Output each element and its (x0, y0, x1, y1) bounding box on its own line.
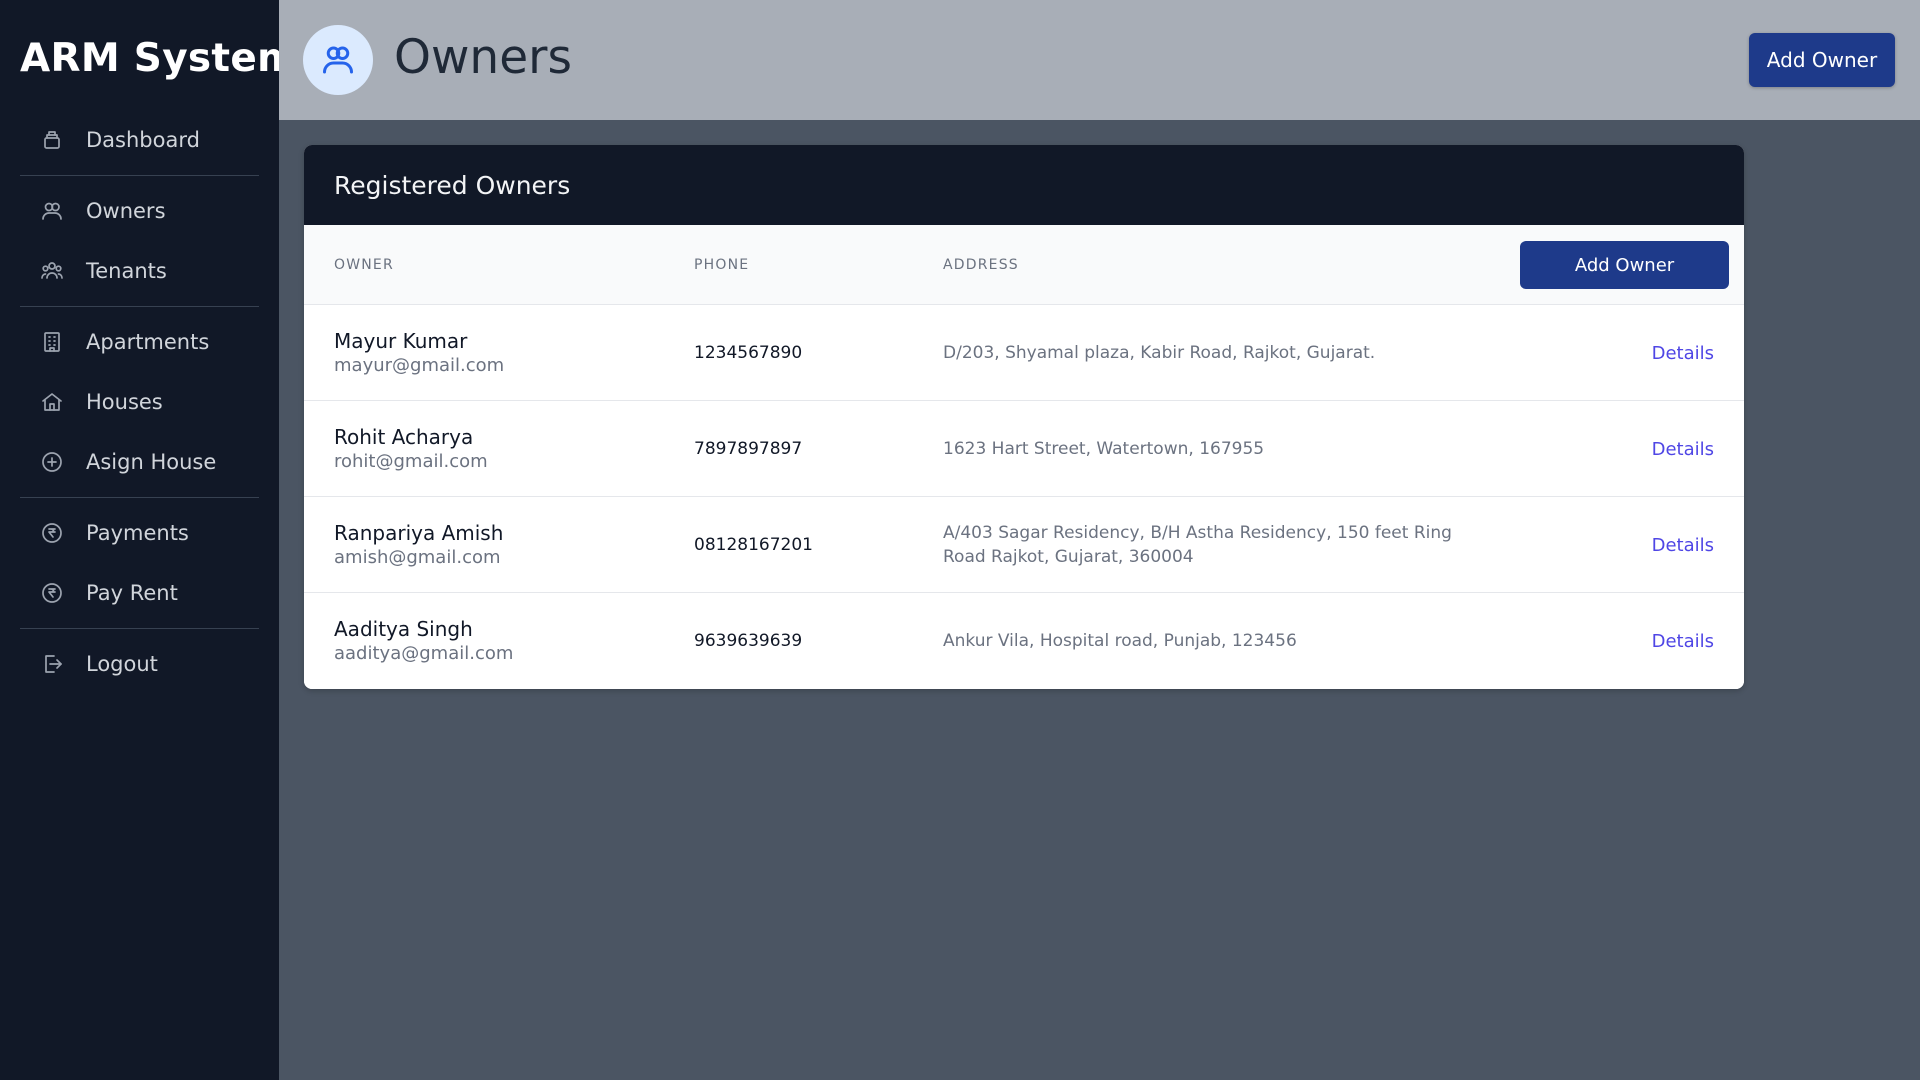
owner-email: amish@gmail.com (334, 547, 501, 568)
sidebar-item-owners[interactable]: Owners (20, 181, 259, 241)
card-title: Registered Owners (304, 145, 1744, 225)
owner-cell: Aaditya Singh aaditya@gmail.com (334, 593, 674, 689)
page-header: Owners Add Owner (279, 0, 1920, 120)
sidebar-divider (20, 628, 259, 629)
details-link[interactable]: Details (1652, 631, 1714, 652)
details-link[interactable]: Details (1652, 439, 1714, 460)
users-icon (40, 199, 64, 223)
owner-cell: Rohit Acharya rohit@gmail.com (334, 401, 674, 497)
sidebar-item-label: Pay Rent (86, 581, 178, 605)
sidebar: ARM System Dashboard Owners Tenants Apar… (0, 0, 298, 1080)
address-cell: D/203, Shyamal plaza, Kabir Road, Rajkot… (943, 305, 1483, 401)
page-title: Owners (394, 30, 572, 85)
action-cell: Details (1652, 305, 1714, 401)
owner-address: 1623 Hart Street, Watertown, 167955 (943, 439, 1265, 459)
sidebar-item-logout[interactable]: Logout (20, 634, 259, 694)
sidebar-divider (20, 175, 259, 176)
sidebar-item-label: Logout (86, 652, 158, 676)
owner-name: Rohit Acharya (334, 425, 474, 449)
home-icon (40, 390, 64, 414)
action-cell: Details (1652, 497, 1714, 593)
details-link[interactable]: Details (1652, 535, 1714, 556)
rupee-icon (40, 581, 64, 605)
owner-cell: Mayur Kumar mayur@gmail.com (334, 305, 674, 401)
logout-icon (40, 652, 64, 676)
phone-cell: 9639639639 (694, 593, 924, 689)
sidebar-item-label: Apartments (86, 330, 210, 354)
column-header-owner: Owner (334, 257, 394, 273)
app-title: ARM System (20, 36, 299, 81)
owner-phone: 7897897897 (694, 439, 803, 459)
sidebar-item-label: Owners (86, 199, 166, 223)
building-icon (40, 330, 64, 354)
sidebar-item-label: Tenants (86, 259, 167, 283)
address-cell: A/403 Sagar Residency, B/H Astha Residen… (943, 497, 1483, 593)
owner-address: A/403 Sagar Residency, B/H Astha Residen… (943, 523, 1452, 567)
owner-email: aaditya@gmail.com (334, 643, 514, 664)
rupee-icon (40, 521, 64, 545)
add-owner-button[interactable]: Add Owner (1749, 33, 1895, 87)
sidebar-item-payments[interactable]: Payments (20, 503, 259, 563)
plus-circle-icon (40, 450, 64, 474)
table-row: Aaditya Singh aaditya@gmail.com 96396396… (304, 593, 1744, 689)
sidebar-item-apartments[interactable]: Apartments (20, 312, 259, 372)
action-cell: Details (1652, 593, 1714, 689)
table-row: Mayur Kumar mayur@gmail.com 1234567890 D… (304, 305, 1744, 401)
table-header: Owner Phone Address Add Owner (304, 225, 1744, 305)
phone-cell: 7897897897 (694, 401, 924, 497)
sidebar-item-asign-house[interactable]: Asign House (20, 432, 259, 492)
sidebar-item-label: Asign House (86, 450, 217, 474)
sidebar-item-dashboard[interactable]: Dashboard (20, 110, 259, 170)
column-header-address: Address (943, 257, 1019, 273)
owner-email: mayur@gmail.com (334, 355, 505, 376)
sidebar-item-tenants[interactable]: Tenants (20, 241, 259, 301)
sidebar-item-label: Payments (86, 521, 189, 545)
owner-name: Aaditya Singh (334, 617, 473, 641)
sidebar-divider (20, 497, 259, 498)
owner-name: Mayur Kumar (334, 329, 468, 353)
owners-card: Registered Owners Owner Phone Address Ad… (304, 145, 1744, 689)
column-header-phone: Phone (694, 257, 750, 273)
dashboard-icon (40, 128, 64, 152)
table-row: Rohit Acharya rohit@gmail.com 7897897897… (304, 401, 1744, 497)
owner-cell: Ranpariya Amish amish@gmail.com (334, 497, 674, 593)
owner-phone: 1234567890 (694, 343, 803, 363)
table-row: Ranpariya Amish amish@gmail.com 08128167… (304, 497, 1744, 593)
owner-phone: 9639639639 (694, 631, 803, 651)
phone-cell: 1234567890 (694, 305, 924, 401)
users-icon (303, 25, 373, 95)
sidebar-divider (20, 306, 259, 307)
owner-email: rohit@gmail.com (334, 451, 488, 472)
owner-address: Ankur Vila, Hospital road, Punjab, 12345… (943, 631, 1297, 651)
sidebar-item-label: Dashboard (86, 128, 200, 152)
address-cell: 1623 Hart Street, Watertown, 167955 (943, 401, 1483, 497)
action-cell: Details (1652, 401, 1714, 497)
owner-name: Ranpariya Amish (334, 521, 504, 545)
phone-cell: 08128167201 (694, 497, 924, 593)
sidebar-item-label: Houses (86, 390, 163, 414)
details-link[interactable]: Details (1652, 343, 1714, 364)
owner-address: D/203, Shyamal plaza, Kabir Road, Rajkot… (943, 343, 1376, 363)
sidebar-item-houses[interactable]: Houses (20, 372, 259, 432)
user-group-icon (40, 259, 64, 283)
address-cell: Ankur Vila, Hospital road, Punjab, 12345… (943, 593, 1483, 689)
sidebar-item-pay-rent[interactable]: Pay Rent (20, 563, 259, 623)
add-owner-button[interactable]: Add Owner (1520, 241, 1729, 289)
sidebar-nav: Dashboard Owners Tenants Apartments Hous… (20, 110, 259, 694)
owner-phone: 08128167201 (694, 535, 813, 555)
